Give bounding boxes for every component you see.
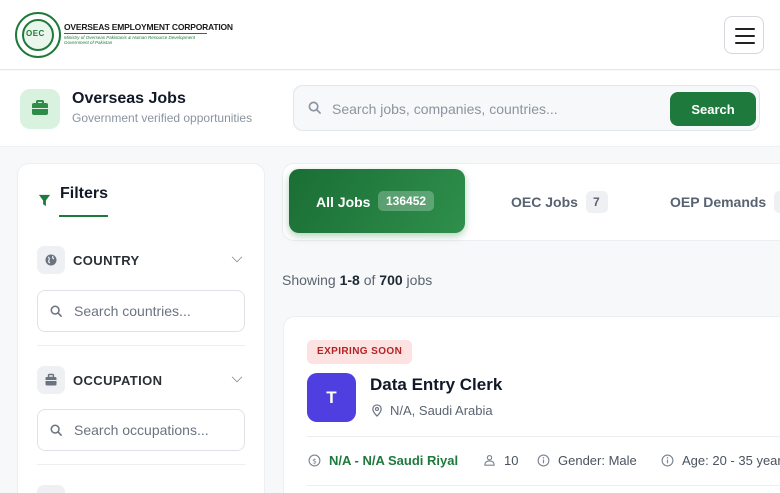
results-suffix: jobs [406, 272, 433, 288]
seal-text: OEC [26, 29, 45, 38]
occupation-search-field [37, 409, 245, 451]
briefcase-icon [37, 366, 65, 394]
tab-oep-demands[interactable]: OEP Demands [670, 169, 780, 233]
info-icon [661, 454, 674, 467]
page-title: Overseas Jobs [72, 90, 186, 107]
tab-count-badge [774, 191, 780, 213]
job-salary: N/A - N/A Saudi Riyal [329, 453, 459, 468]
tab-label: OEC Jobs [511, 194, 578, 210]
hamburger-icon [735, 28, 755, 30]
job-gender: Gender: Male [558, 453, 637, 468]
oec-seal-icon: OEC [15, 12, 61, 58]
occupation-filter-header[interactable]: OCCUPATION [37, 366, 247, 394]
search-bar: Search [293, 85, 760, 131]
job-title[interactable]: Data Entry Clerk [370, 375, 502, 395]
briefcase-icon [20, 89, 60, 129]
org-subtitle-government: Government of Pakistan [64, 40, 113, 45]
tab-oec-jobs[interactable]: OEC Jobs 7 [511, 169, 621, 233]
tab-label: All Jobs [316, 194, 371, 210]
tab-label: OEP Demands [670, 194, 767, 210]
search-icon [308, 101, 321, 114]
results-range: 1-8 [339, 272, 360, 288]
top-header: OEC OVERSEAS EMPLOYMENT CORPORATION Mini… [0, 0, 780, 70]
svg-text:$: $ [312, 456, 317, 465]
job-card[interactable]: EXPIRING SOON T Data Entry Clerk N/A, Sa… [283, 316, 780, 493]
occupation-filter-label: OCCUPATION [73, 373, 163, 388]
globe-icon [37, 246, 65, 274]
job-age: Age: 20 - 35 years [682, 453, 780, 468]
results-summary: Showing 1-8 of 700 jobs [282, 272, 432, 288]
chevron-down-icon [231, 371, 243, 383]
tab-all-jobs[interactable]: All Jobs 136452 [289, 169, 465, 233]
filters-panel: Filters COUNTRY OCCUPATION [17, 163, 265, 493]
tab-count-badge: 7 [586, 191, 608, 213]
page-subtitle: Government verified opportunities [72, 111, 253, 125]
filter-divider [37, 464, 245, 465]
card-divider [307, 436, 780, 437]
filters-title-underline [59, 215, 108, 217]
job-tabs: All Jobs 136452 OEC Jobs 7 OEP Demands [282, 163, 780, 241]
results-total: 700 [379, 272, 403, 288]
search-button[interactable]: Search [670, 92, 756, 126]
results-of: of [363, 272, 376, 288]
search-icon [50, 305, 62, 317]
company-avatar: T [307, 373, 356, 422]
dollar-icon: $ [308, 454, 321, 467]
filters-title: Filters [60, 185, 109, 202]
users-icon [484, 455, 495, 466]
search-icon [50, 424, 62, 436]
country-filter-header[interactable]: COUNTRY [37, 246, 247, 274]
country-search-field [37, 290, 245, 332]
map-pin-icon [372, 404, 382, 417]
occupation-search-input[interactable] [74, 420, 234, 440]
menu-button[interactable] [724, 16, 764, 54]
page-header: Overseas Jobs Government verified opport… [0, 71, 780, 147]
results-prefix: Showing [282, 272, 336, 288]
expiring-soon-badge: EXPIRING SOON [307, 340, 413, 364]
filter-icon [38, 194, 51, 207]
country-filter-label: COUNTRY [73, 253, 140, 268]
chevron-down-icon [231, 251, 243, 263]
oec-logo[interactable]: OEC OVERSEAS EMPLOYMENT CORPORATION Mini… [15, 12, 233, 60]
job-vacancies: 10 [504, 453, 519, 468]
tab-count-badge: 136452 [378, 191, 435, 211]
country-search-input[interactable] [74, 301, 234, 321]
job-search-input[interactable] [332, 97, 652, 121]
filter-divider [37, 345, 245, 346]
org-name: OVERSEAS EMPLOYMENT CORPORATION [64, 22, 233, 32]
logo-divider [64, 33, 207, 34]
info-icon [537, 454, 550, 467]
card-divider [307, 485, 780, 486]
job-location: N/A, Saudi Arabia [390, 403, 493, 418]
filter-section-icon [37, 485, 65, 493]
